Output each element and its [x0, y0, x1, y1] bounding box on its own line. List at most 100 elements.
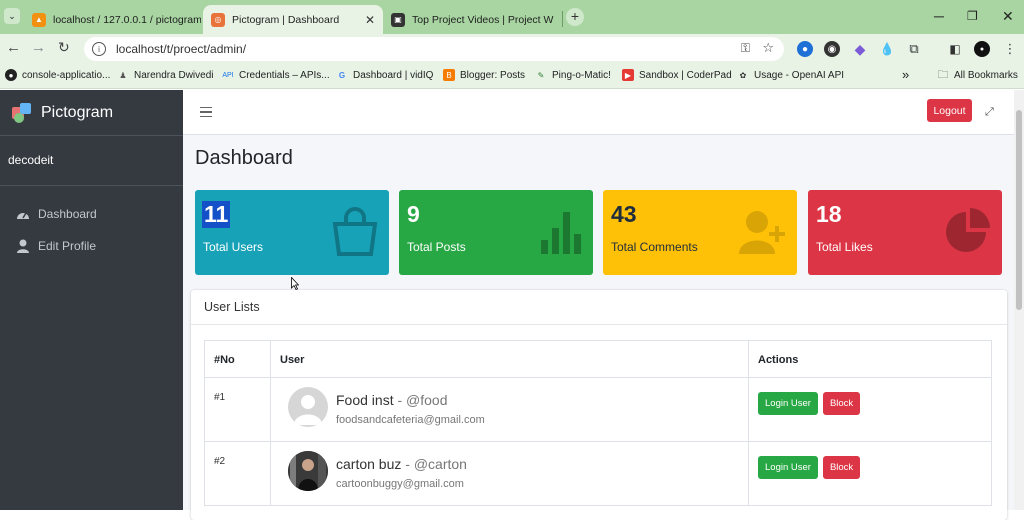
stat-box-total-users: 11 Total Users: [195, 190, 389, 275]
password-key-icon[interactable]: ⚿: [741, 41, 750, 56]
all-bookmarks-label: All Bookmarks: [954, 69, 1018, 81]
close-window-icon[interactable]: ✕: [1002, 8, 1014, 25]
bookmark-star-icon[interactable]: ☆: [762, 40, 774, 56]
bookmark-label: Narendra Dwivedi: [134, 69, 214, 81]
tab-separator: [562, 11, 563, 27]
actions-cell: Login User Block: [748, 377, 992, 442]
login-user-button[interactable]: Login User: [758, 392, 818, 415]
bookmark-item[interactable]: ✎ Ping-o-Matic!: [535, 69, 611, 81]
user-name: Food inst: [336, 392, 394, 408]
bookmarks-bar: ● console-applicatio... ♟ Narendra Dwivedi…: [0, 64, 1024, 89]
phpmyadmin-icon: ▲: [32, 12, 46, 27]
extension-drop-icon[interactable]: 💧: [879, 41, 895, 57]
extension-purple-icon[interactable]: ◆: [852, 41, 868, 57]
bookmark-label: Sandbox | CoderPad: [639, 69, 732, 81]
browser-tab-bar: ⌄ ▲ localhost / 127.0.0.1 / pictogram ◎ …: [0, 0, 1024, 34]
sidebar: Pictogram decodeit Dashboard Edit Profil…: [0, 90, 183, 510]
sidebar-item-edit-profile[interactable]: Edit Profile: [0, 231, 183, 261]
tab-project-videos[interactable]: ▣ Top Project Videos | Project W: [383, 5, 561, 34]
stat-box-total-posts: 9 Total Posts: [399, 190, 593, 275]
bookmark-label: Usage - OpenAI API: [754, 69, 845, 81]
dashboard-icon: [16, 207, 30, 221]
site-info-icon[interactable]: i: [92, 42, 106, 56]
hamburger-menu-icon[interactable]: [200, 107, 212, 117]
user-name-line[interactable]: carton buz - @carton: [336, 456, 467, 472]
login-user-button[interactable]: Login User: [758, 456, 818, 479]
logout-button[interactable]: Logout: [927, 99, 972, 122]
bookmark-item[interactable]: ✿ Usage - OpenAI API: [737, 69, 844, 81]
row-number: #2: [204, 441, 271, 506]
stat-value: 43: [611, 201, 637, 227]
sidepanel-icon[interactable]: ◧: [947, 41, 963, 57]
user-plus-icon: [739, 211, 785, 254]
bookmark-item[interactable]: ● console-applicatio...: [5, 69, 110, 81]
user-panel[interactable]: decodeit: [0, 136, 183, 186]
close-tab-icon[interactable]: ✕: [365, 13, 375, 27]
coderpad-icon: ▶: [622, 69, 634, 81]
bar-chart-icon: [541, 212, 581, 254]
avatar: [288, 387, 328, 427]
bookmark-item[interactable]: API Credentials – APIs...: [222, 69, 330, 81]
new-tab-button[interactable]: +: [566, 8, 584, 26]
stat-label: Total Likes: [816, 240, 873, 254]
avatar: [288, 451, 328, 491]
user-email: foodsandcafeteria@gmail.com: [336, 414, 485, 426]
user-name-line[interactable]: Food inst - @food: [336, 392, 485, 408]
user-name: carton buz: [336, 456, 402, 472]
user-handle: - @food: [397, 392, 448, 408]
user-handle: - @carton: [405, 456, 467, 472]
stat-value: 9: [407, 201, 420, 227]
fullscreen-icon[interactable]: ⤢: [985, 107, 996, 118]
address-bar[interactable]: i localhost/t/proect/admin/ ⚿ ☆: [84, 37, 784, 61]
tab-pictogram-dashboard[interactable]: ◎ Pictogram | Dashboard ✕: [203, 5, 383, 34]
column-header-user: User: [270, 340, 749, 378]
google-icon: G: [338, 70, 346, 80]
pictogram-icon: ◎: [211, 12, 225, 27]
project-icon: ▣: [391, 12, 405, 27]
back-icon[interactable]: ←: [6, 39, 21, 56]
user-cell: carton buz - @carton cartoonbuggy@gmail.…: [270, 441, 749, 506]
folder-icon: 🗀: [937, 68, 949, 81]
pie-chart-icon: [946, 208, 990, 252]
bookmark-item[interactable]: B Blogger: Posts: [443, 69, 525, 81]
bookmark-label: Credentials – APIs...: [239, 69, 330, 81]
bookmark-label: console-applicatio...: [22, 69, 111, 81]
stat-box-total-likes: 18 Total Likes: [808, 190, 1002, 275]
extension-dark-icon[interactable]: ◉: [824, 41, 840, 57]
bookmark-item[interactable]: ▶ Sandbox | CoderPad: [622, 69, 732, 81]
forward-icon[interactable]: →: [31, 39, 46, 56]
more-bookmarks-button[interactable]: »: [902, 67, 909, 82]
sidebar-item-label: Dashboard: [38, 207, 97, 221]
extension-blue-icon[interactable]: ●: [797, 41, 813, 57]
scrollbar-thumb[interactable]: [1016, 110, 1022, 310]
brand-link[interactable]: Pictogram: [0, 90, 183, 136]
all-bookmarks-button[interactable]: 🗀 All Bookmarks: [937, 69, 1018, 81]
profile-avatar-icon[interactable]: ●: [974, 41, 990, 57]
user-email: cartoonbuggy@gmail.com: [336, 478, 464, 490]
table-row: #2 carton buz - @carton cartoonbuggy@gma…: [204, 441, 992, 506]
shopping-bag-icon: [332, 207, 378, 256]
tab-phpmyadmin[interactable]: ▲ localhost / 127.0.0.1 / pictogram: [24, 5, 201, 34]
bookmark-label: Ping-o-Matic!: [552, 69, 611, 81]
restore-icon[interactable]: ❐: [967, 9, 978, 23]
extensions-puzzle-icon[interactable]: ⧉: [906, 41, 922, 57]
menu-kebab-icon[interactable]: ⋮: [1002, 41, 1018, 57]
reload-icon[interactable]: ↻: [58, 39, 70, 56]
tab-search-button[interactable]: ⌄: [4, 8, 20, 24]
page-title: Dashboard: [195, 147, 293, 169]
bookmark-item[interactable]: G Dashboard | vidIQ: [336, 69, 434, 81]
column-header-no: #No: [204, 340, 271, 378]
minimize-icon[interactable]: ─: [934, 8, 944, 24]
person-icon: ♟: [119, 70, 127, 80]
block-button[interactable]: Block: [822, 392, 861, 415]
bookmark-item[interactable]: ♟ Narendra Dwivedi: [117, 69, 213, 81]
bookmark-label: Dashboard | vidIQ: [353, 69, 434, 81]
brand-text: Pictogram: [41, 103, 114, 121]
stat-label: Total Posts: [407, 240, 466, 254]
api-icon: API: [222, 71, 234, 79]
stat-value: 18: [816, 201, 842, 227]
url-text: localhost/t/proect/admin/: [116, 42, 247, 56]
page-scrollbar[interactable]: [1014, 90, 1024, 510]
sidebar-item-dashboard[interactable]: Dashboard: [0, 199, 183, 229]
block-button[interactable]: Block: [822, 456, 861, 479]
